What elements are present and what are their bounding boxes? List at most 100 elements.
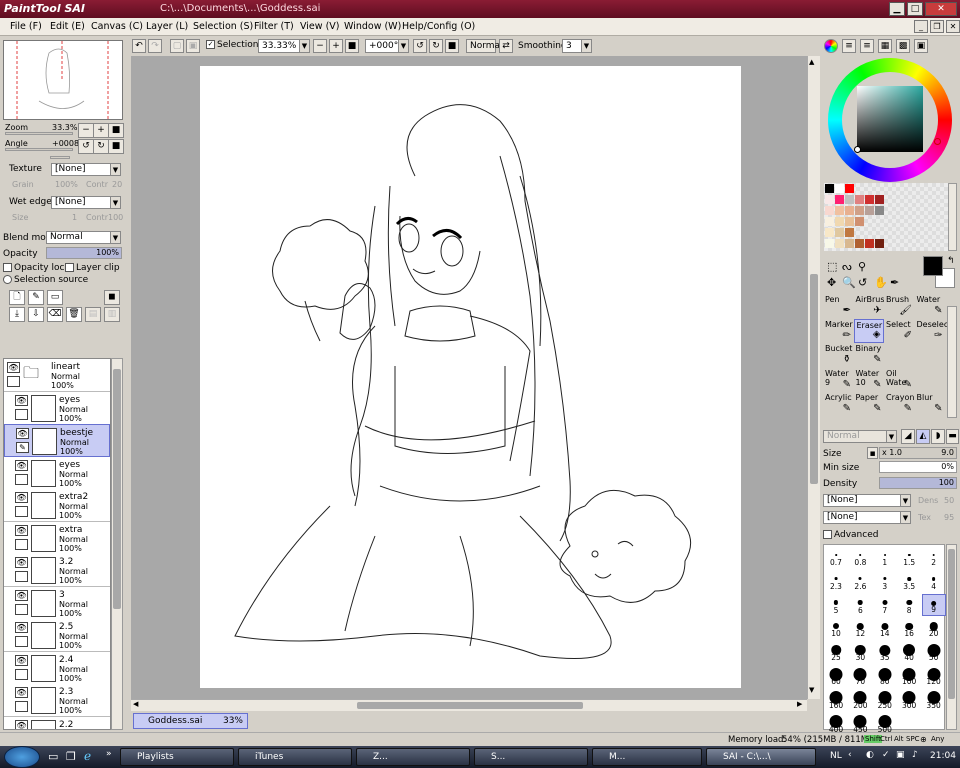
- language-indicator[interactable]: NL: [830, 751, 842, 761]
- brush-texture-dropdown-icon[interactable]: ▼: [900, 511, 911, 524]
- color-swatch[interactable]: [875, 239, 884, 248]
- visibility-eye-icon[interactable]: 👁: [15, 589, 28, 601]
- canvas-paper[interactable]: [200, 66, 741, 688]
- layer-lock-icon[interactable]: [7, 376, 20, 387]
- taskbar-button[interactable]: iTunes: [238, 748, 352, 766]
- file-tab[interactable]: Goddess.sai 33%: [133, 713, 248, 729]
- hscroll-thumb[interactable]: [357, 702, 583, 709]
- layer-list[interactable]: 👁 🗀 lineart Normal 100% 👁 eyes Normal 100% 👁 ✎ bees…: [3, 358, 111, 730]
- layer-row[interactable]: 👁 ✎ beestje Normal 100%: [4, 424, 110, 457]
- nav-rotate-reset-icon[interactable]: ■: [108, 139, 124, 154]
- ie-icon[interactable]: ℯ: [84, 749, 91, 763]
- canvas-area[interactable]: [131, 56, 807, 699]
- color-wheel-tab-icon[interactable]: [824, 39, 838, 53]
- layer-row[interactable]: 👁 2.3 Normal 100%: [4, 684, 110, 717]
- brush-size-preset[interactable]: 3.5: [897, 570, 921, 592]
- color-swatch[interactable]: [835, 228, 844, 237]
- layer-clip-toggle[interactable]: Layer clip: [65, 263, 120, 273]
- brush-size-preset[interactable]: 5: [824, 594, 848, 616]
- brush-size-preset[interactable]: 350: [922, 689, 946, 711]
- brush-size-preset[interactable]: 100: [897, 665, 921, 687]
- menu-file[interactable]: File (F): [10, 21, 42, 32]
- brush-texture-select[interactable]: [None]: [823, 511, 901, 524]
- brush-size-scrollbar[interactable]: [946, 544, 957, 730]
- visibility-eye-icon[interactable]: 👁: [16, 428, 29, 439]
- rgb-slider-tab-icon[interactable]: ≡: [842, 39, 856, 53]
- swatch-grid[interactable]: [824, 183, 948, 251]
- brush-shape-4-icon[interactable]: ▬: [946, 429, 959, 444]
- layer-lock-icon[interactable]: ✎: [16, 442, 29, 453]
- menu-view[interactable]: View (V): [300, 21, 339, 32]
- layer-scrollbar[interactable]: [111, 358, 123, 730]
- nav-rotate-cw-icon[interactable]: ↻: [93, 139, 109, 154]
- tool-water[interactable]: Water ✎: [914, 294, 945, 318]
- tool-pen[interactable]: Pen ✒: [823, 294, 853, 318]
- redo-icon[interactable]: ↷: [148, 39, 162, 53]
- scratchpad-tab-icon[interactable]: ▣: [914, 39, 928, 53]
- brush-size-preset[interactable]: 120: [922, 665, 946, 687]
- canvas-horizontal-scrollbar[interactable]: ◀ ▶: [131, 699, 807, 711]
- color-swatch[interactable]: [845, 239, 854, 248]
- nav-rotate-ccw-icon[interactable]: ↺: [78, 139, 94, 154]
- brush-size-preset[interactable]: 200: [848, 689, 872, 711]
- brush-size-preset[interactable]: 12: [848, 617, 872, 639]
- advanced-toggle[interactable]: Advanced: [823, 530, 878, 540]
- new-folder-icon[interactable]: ▭: [47, 290, 63, 305]
- color-swatch[interactable]: [835, 195, 844, 204]
- brush-size-preset[interactable]: 0.8: [848, 546, 872, 568]
- brush-shape-2-icon[interactable]: ◭: [916, 429, 930, 444]
- rotate-cw-icon[interactable]: ↻: [429, 39, 443, 53]
- brush-size-preset[interactable]: 10: [824, 617, 848, 639]
- rotation-dropdown-icon[interactable]: ▼: [398, 39, 409, 53]
- size-multiplier-icon[interactable]: ▪: [867, 447, 878, 459]
- brush-size-preset[interactable]: 2.3: [824, 570, 848, 592]
- color-swatch[interactable]: [845, 184, 854, 193]
- nav-zoom-out-icon[interactable]: −: [78, 123, 94, 138]
- color-swatch[interactable]: [825, 217, 834, 226]
- transfer-down-icon[interactable]: ⤓: [9, 307, 25, 322]
- maximize-button[interactable]: □: [907, 2, 923, 16]
- layer-lock-icon[interactable]: [15, 701, 28, 712]
- vscroll-thumb[interactable]: [810, 274, 818, 484]
- color-swatch[interactable]: [875, 195, 884, 204]
- brush-size-preset[interactable]: 70: [848, 665, 872, 687]
- layer-lock-icon[interactable]: [15, 668, 28, 680]
- zoom-field[interactable]: 33.33%: [258, 39, 300, 53]
- color-swatch[interactable]: [825, 228, 834, 237]
- quicklaunch-more-icon[interactable]: »: [106, 749, 112, 759]
- layer-scroll-thumb[interactable]: [113, 369, 121, 609]
- selection-checkbox[interactable]: ✓: [206, 40, 215, 49]
- tool-deselect[interactable]: Deselect ✑: [914, 318, 951, 343]
- menu-selection[interactable]: Selection (S): [193, 21, 253, 32]
- eyedropper-icon[interactable]: ✒: [890, 276, 899, 289]
- texture-select[interactable]: [None]: [51, 163, 111, 176]
- brush-size-preset[interactable]: 1: [873, 546, 897, 568]
- tool-water-10[interactable]: Water 10 ✎: [853, 367, 884, 392]
- layer-row[interactable]: 👁 2.4 Normal 100%: [4, 651, 110, 685]
- mdi-restore-button[interactable]: ❐: [930, 20, 944, 33]
- opacity-lock-toggle[interactable]: Opacity lock: [3, 263, 70, 273]
- color-swatch[interactable]: [845, 217, 854, 226]
- clock[interactable]: 21:04: [930, 751, 956, 761]
- layer-lock-icon[interactable]: [15, 506, 28, 517]
- lasso-icon[interactable]: ᔓ: [842, 260, 852, 273]
- visibility-eye-icon[interactable]: 👁: [7, 362, 20, 373]
- color-swatch[interactable]: [845, 206, 854, 215]
- tool-bucket[interactable]: Bucket ⚱: [823, 343, 853, 367]
- swap-colors-icon[interactable]: ↰: [947, 256, 955, 266]
- color-swatch[interactable]: [865, 239, 874, 248]
- nav-zoom-reset-icon[interactable]: ■: [108, 123, 124, 138]
- blend-mode-select[interactable]: Normal: [46, 231, 111, 244]
- zoom-dropdown-icon[interactable]: ▼: [299, 39, 310, 53]
- layer-mask-icon[interactable]: ◼: [104, 290, 120, 305]
- new-linework-layer-icon[interactable]: ✎: [28, 290, 44, 305]
- layer-lock-icon[interactable]: [15, 538, 28, 550]
- hue-handle[interactable]: [934, 138, 941, 145]
- brush-shape-select[interactable]: [None]: [823, 494, 901, 507]
- brush-size-preset[interactable]: 60: [824, 665, 848, 687]
- visibility-eye-icon[interactable]: 👁: [15, 524, 28, 536]
- tray-expand-icon[interactable]: ‹: [848, 750, 852, 760]
- zoom-tool-icon[interactable]: 🔍: [842, 276, 856, 289]
- color-swatch[interactable]: [865, 195, 874, 204]
- layer-folder[interactable]: 👁 🗀 lineart Normal 100%: [4, 359, 110, 392]
